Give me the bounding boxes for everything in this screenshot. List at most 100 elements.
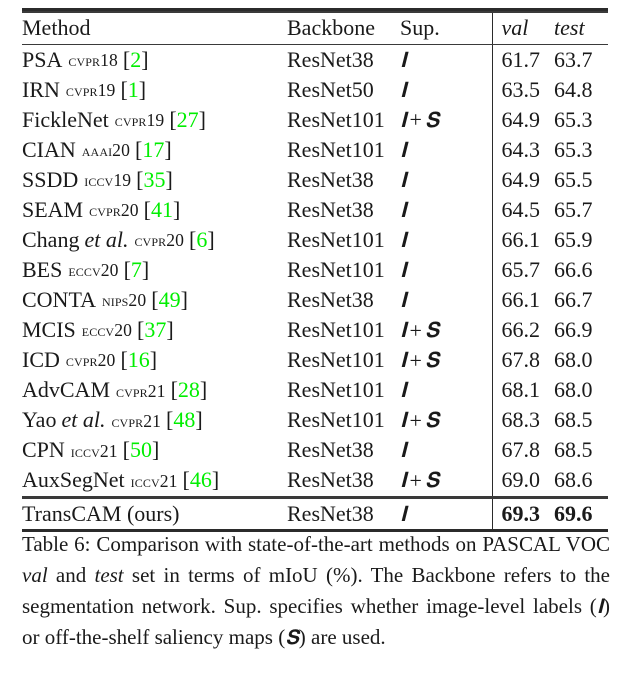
cell-method: SEAM CVPR20 [41] [22,195,287,225]
cell-test-miou: 68.5 [554,407,593,433]
cell-method: CPN ICCV21 [50] [22,436,287,466]
method-citation[interactable]: [46] [183,469,220,491]
sup-plus-sign: + [409,407,422,433]
cell-test-miou: 65.3 [554,106,593,132]
method-citation[interactable]: [41] [144,199,181,221]
method-citation[interactable]: [28] [171,379,208,401]
table-row: CIAN AAAI20 [17] ResNet101 𝐈 64.3 65.3 [22,135,608,166]
sup-plus-sign: + [409,347,422,373]
cell-supervision: 𝐈 + 𝐒 [400,105,492,135]
sota-comparison-table: Method Backbone Sup. val test PSA CVPR18 [2] Res… [22,8,608,532]
sup-symbol-image-level: 𝐈 [400,378,407,403]
table-row: AdvCAM CVPR21 [28] ResNet101 𝐈 68.1 68.0 [22,375,608,406]
table-row: Chang et al. CVPR20 [6] ResNet101 𝐈 66.1 65.9 [22,225,608,256]
method-citation[interactable]: [6] [189,229,215,251]
cell-backbone: ResNet101 [287,317,385,343]
sup-symbol-saliency: 𝐒 [424,408,440,433]
column-header-backbone: Backbone [287,15,375,40]
method-name: PSA [22,46,63,72]
cell-test-miou: 65.7 [554,197,593,223]
sup-symbol-saliency: 𝐒 [424,318,440,343]
method-venue: ICCV19 [84,170,132,191]
sup-symbol-saliency: 𝐒 [424,107,440,132]
table-row: Yao et al. CVPR21 [48] ResNet101 𝐈 + 𝐒 68.3 68.5 [22,405,608,436]
cell-backbone: ResNet38 [287,166,374,192]
method-name: SEAM [22,197,84,223]
method-citation[interactable]: [17] [135,138,172,161]
method-etal: et al. [84,227,129,253]
cell-backbone: ResNet38 [287,500,374,526]
cell-supervision: 𝐈 [400,45,492,75]
method-citation[interactable]: [37] [137,319,174,341]
method-citation[interactable]: [16] [120,349,157,371]
caption-text-2: and [47,562,95,587]
method-citation[interactable]: [1] [120,78,146,101]
cell-method: TransCAM (ours) [22,499,287,529]
cell-val-miou: 61.7 [491,45,554,76]
cell-supervision: 𝐈 + 𝐒 [400,406,492,436]
sup-symbol-image-level: 𝐈 [400,228,407,253]
sup-symbol-image-level: 𝐈 [400,47,407,72]
method-venue: CVPR21 [116,380,166,401]
caption-italic-test: test [94,562,124,587]
cell-method: BES ECCV20 [7] [22,255,287,285]
method-venue: ECCV20 [68,260,119,281]
method-citation[interactable]: [50] [123,439,160,461]
method-name: AuxSegNet [22,467,125,493]
cell-test-miou: 68.5 [554,437,593,463]
cell-supervision: 𝐈 [400,499,492,529]
cell-method: CONTA NIPS20 [49] [22,285,287,315]
cell-val-miou: 69.0 [491,465,554,496]
method-citation[interactable]: [7] [124,259,150,281]
table-row: FickleNet CVPR19 [27] ResNet101 𝐈 + 𝐒 64.9 65.3 [22,105,608,136]
cell-backbone: ResNet101 [287,227,385,253]
method-citation[interactable]: [2] [123,48,149,71]
cell-val-miou: 68.1 [491,375,554,406]
table-row: PSA CVPR18 [2] ResNet38 𝐈 61.7 63.7 [22,45,608,76]
method-venue: CVPR20 [89,200,139,221]
sup-symbol-image-level: 𝐈 [400,107,407,132]
cell-val-miou: 64.9 [491,165,554,196]
sup-plus-sign: + [409,107,422,133]
method-citation[interactable]: [27] [169,108,206,131]
cell-supervision: 𝐈 [400,75,492,105]
cell-val-miou: 66.2 [491,315,554,346]
method-venue: ECCV20 [81,320,132,341]
sup-symbol-image-level: 𝐈 [400,438,407,463]
cell-test-miou: 63.7 [554,46,593,72]
method-citation[interactable]: [48] [166,409,203,431]
cell-val-miou: 63.5 [491,75,554,106]
sup-symbol-image-level: 𝐈 [400,288,407,313]
sup-symbol-image-level: 𝐈 [400,468,407,493]
cell-supervision: 𝐈 [400,165,492,195]
cell-method: MCIS ECCV20 [37] [22,315,287,345]
sup-symbol-image-level: 𝐈 [400,501,407,526]
cell-backbone: ResNet101 [287,106,385,132]
cell-method: PSA CVPR18 [2] [22,45,287,75]
method-name: ICD [22,347,60,373]
cell-val-miou: 65.7 [491,255,554,286]
sup-symbol-image-level: 𝐈 [400,167,407,192]
table-row: SSDD ICCV19 [35] ResNet38 𝐈 64.9 65.5 [22,165,608,196]
method-name: SSDD [22,166,79,192]
sup-symbol-image-level: 𝐈 [400,77,407,102]
cell-backbone: ResNet101 [287,136,385,162]
method-name: AdvCAM [22,377,111,403]
method-venue: CVPR19 [114,110,165,131]
cell-backbone: ResNet101 [287,257,385,283]
method-venue: CVPR19 [65,80,116,101]
method-name: IRN [22,76,60,102]
caption-label: Table 6: [22,532,91,556]
method-citation[interactable]: [35] [136,168,173,191]
column-header-test: test [554,15,585,40]
table-row: AuxSegNet ICCV21 [46] ResNet38 𝐈 + 𝐒 69.0 68.6 [22,465,608,496]
cell-backbone: ResNet101 [287,377,385,403]
table-row: CPN ICCV21 [50] ResNet38 𝐈 67.8 68.5 [22,435,608,466]
sup-symbol-image-level: 𝐈 [400,348,407,373]
method-citation[interactable]: [49] [151,289,188,311]
table-row: SEAM CVPR20 [41] ResNet38 𝐈 64.5 65.7 [22,195,608,226]
cell-backbone: ResNet50 [287,76,374,102]
sup-symbol-image-level: 𝐈 [400,318,407,343]
column-header-sup: Sup. [400,15,440,40]
method-venue: CVPR21 [111,410,161,431]
